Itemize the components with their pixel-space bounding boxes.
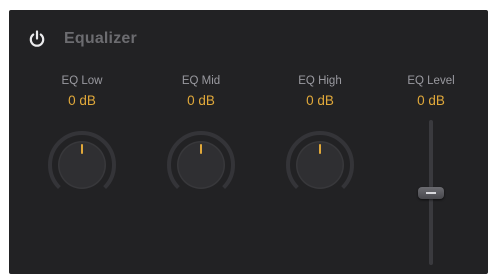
plugin-title: Equalizer — [64, 30, 137, 47]
eq-high-value[interactable]: 0 dB — [270, 93, 370, 109]
eq-level-fader-handle[interactable] — [418, 186, 444, 199]
eq-level-value[interactable]: 0 dB — [381, 93, 481, 109]
equalizer-panel: Equalizer EQ Low 0 dB EQ Mid 0 dB EQ Hig… — [9, 10, 488, 274]
eq-low-knob[interactable] — [42, 125, 122, 205]
fader-handle-grip — [426, 191, 436, 194]
eq-low-value[interactable]: 0 dB — [32, 93, 132, 109]
eq-high-label: EQ High — [298, 75, 342, 87]
eq-level-label: EQ Level — [407, 75, 455, 87]
power-icon[interactable] — [29, 30, 45, 48]
eq-level-group: EQ Level 0 dB — [381, 74, 481, 109]
eq-low-group: EQ Low 0 dB — [32, 74, 132, 109]
eq-mid-label: EQ Mid — [181, 75, 221, 87]
eq-high-knob[interactable] — [280, 125, 360, 205]
eq-mid-knob[interactable] — [161, 125, 241, 205]
eq-low-label: EQ Low — [61, 75, 103, 87]
eq-mid-value[interactable]: 0 dB — [151, 93, 251, 109]
eq-mid-group: EQ Mid 0 dB — [151, 74, 251, 109]
eq-high-group: EQ High 0 dB — [270, 74, 370, 109]
